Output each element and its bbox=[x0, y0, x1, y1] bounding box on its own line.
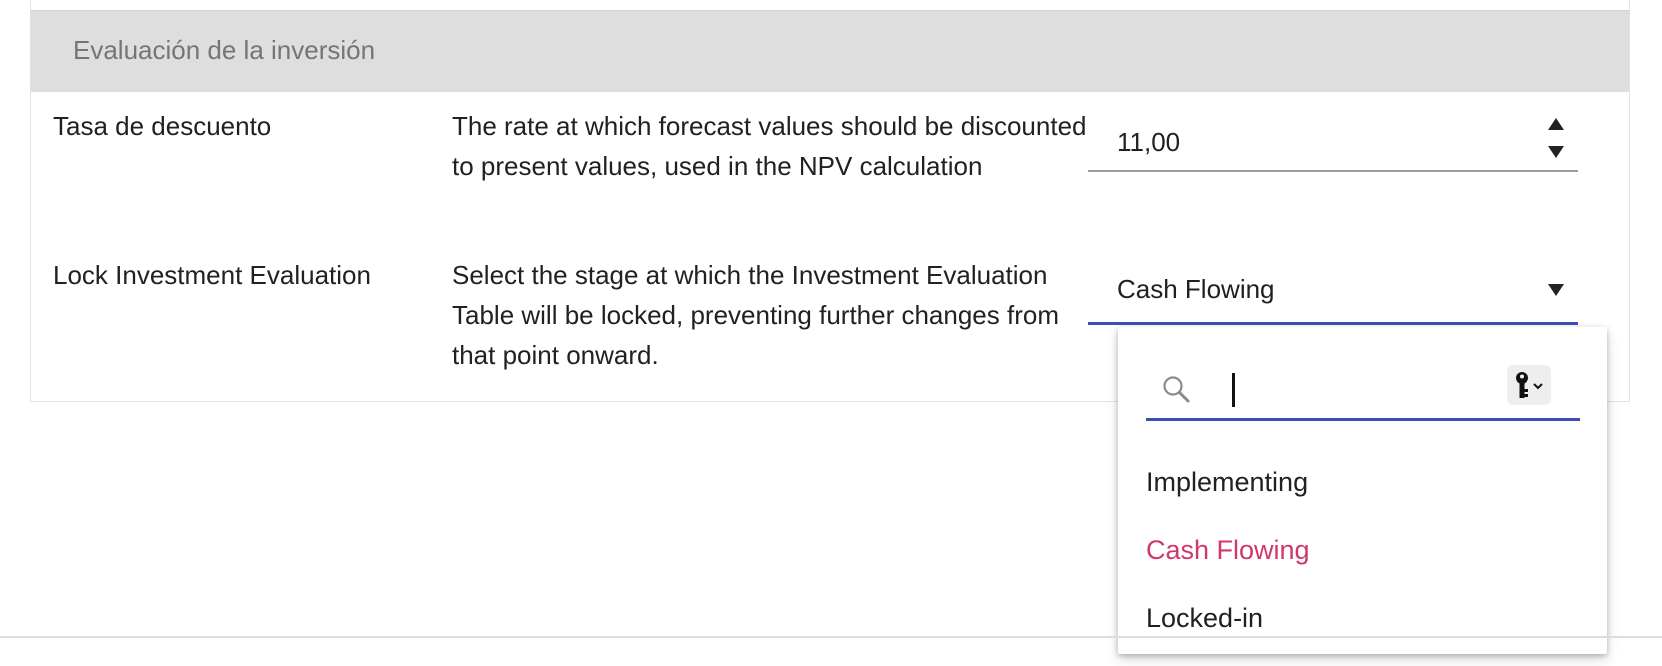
option-cash-flowing[interactable]: Cash Flowing bbox=[1146, 535, 1310, 566]
section-header: Evaluación de la inversión bbox=[31, 10, 1629, 92]
settings-page: Evaluación de la inversión Tasa de descu… bbox=[0, 0, 1662, 666]
decrement-arrow-icon[interactable] bbox=[1548, 146, 1564, 158]
discount-rate-value[interactable]: 11,00 bbox=[1117, 127, 1180, 158]
option-locked-in[interactable]: Locked-in bbox=[1146, 603, 1263, 634]
key-dropdown-icon[interactable] bbox=[1507, 365, 1551, 405]
lock-stage-selected-value[interactable]: Cash Flowing bbox=[1117, 274, 1275, 305]
dropdown-search-box[interactable] bbox=[1146, 365, 1580, 421]
lock-stage-dropdown: Implementing Cash Flowing Locked-in bbox=[1118, 327, 1607, 654]
discount-rate-label: Tasa de descuento bbox=[53, 111, 272, 141]
increment-arrow-icon[interactable] bbox=[1548, 118, 1564, 130]
section-title: Evaluación de la inversión bbox=[73, 35, 376, 65]
dropdown-search-input[interactable] bbox=[1230, 375, 1434, 409]
option-implementing[interactable]: Implementing bbox=[1146, 467, 1308, 498]
discount-rate-description: The rate at which forecast values should… bbox=[452, 111, 1087, 181]
lock-investment-evaluation-description: Select the stage at which the Investment… bbox=[452, 260, 1059, 370]
discount-rate-input[interactable]: 11,00 bbox=[1088, 110, 1578, 172]
text-caret bbox=[1232, 373, 1235, 407]
dropdown-arrow-icon[interactable] bbox=[1548, 284, 1564, 296]
page-divider bbox=[0, 636, 1662, 638]
lock-stage-select[interactable]: Cash Flowing bbox=[1088, 258, 1578, 325]
lock-investment-evaluation-label: Lock Investment Evaluation bbox=[53, 260, 371, 290]
search-icon bbox=[1163, 376, 1190, 403]
